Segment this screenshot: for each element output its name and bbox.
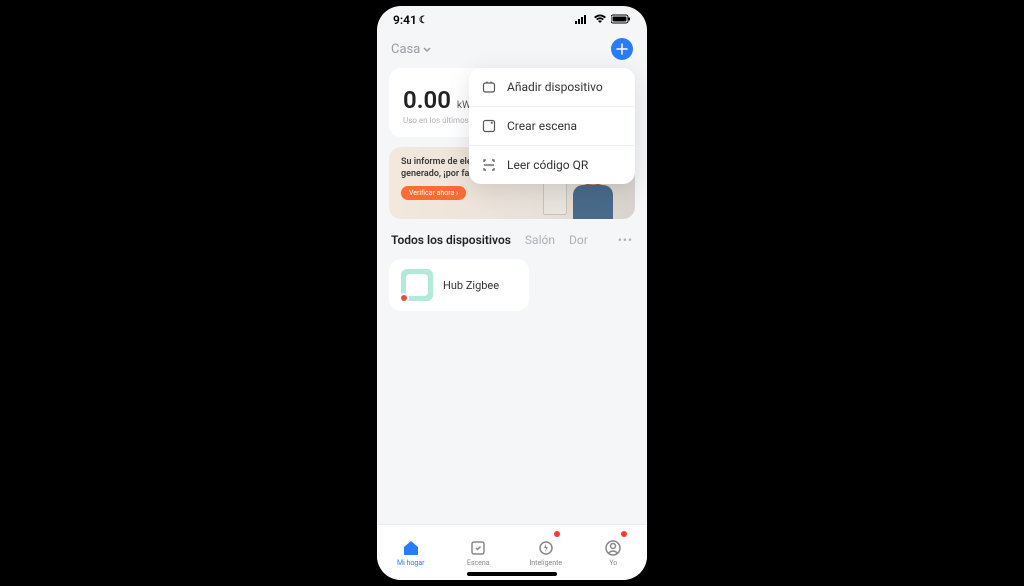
nav-home-label: Mi hogar (397, 559, 425, 567)
home-label-text: Casa (391, 42, 420, 57)
status-time: 9:41 (393, 13, 417, 27)
room-tabs: Todos los dispositivos Salón Dor ••• (377, 219, 647, 255)
plus-icon (616, 43, 628, 55)
device-card-hub-zigbee[interactable]: Hub Zigbee (389, 259, 529, 311)
menu-scan-qr-label: Leer código QR (507, 158, 588, 172)
nav-me-label: Yo (609, 559, 617, 567)
battery-icon (611, 13, 631, 27)
nav-me[interactable]: Yo (580, 525, 648, 580)
menu-create-scene[interactable]: Crear escena (469, 106, 635, 145)
tab-dor[interactable]: Dor (569, 233, 588, 247)
menu-add-device[interactable]: Añadir dispositivo (469, 68, 635, 106)
menu-scan-qr[interactable]: Leer código QR (469, 145, 635, 184)
nav-home[interactable]: Mi hogar (377, 525, 445, 580)
device-outline-icon (481, 79, 497, 95)
device-icon (401, 269, 433, 301)
home-selector[interactable]: Casa (391, 42, 431, 57)
bottom-nav: Mi hogar Escena Inteligente Yo (377, 524, 647, 580)
home-icon (402, 539, 420, 557)
home-indicator (467, 572, 557, 576)
phone-frame: 9:41 ☾ Casa 0.00 kWh Uso en (377, 6, 647, 580)
nav-smart-label: Inteligente (529, 559, 562, 567)
smart-icon (537, 539, 555, 557)
banner-cta-button[interactable]: Verificar ahora › (401, 186, 466, 200)
signal-icon (575, 13, 589, 27)
menu-create-scene-label: Crear escena (507, 119, 577, 133)
wifi-icon (593, 13, 607, 27)
profile-icon (604, 539, 622, 557)
sparkle-square-icon (481, 118, 497, 134)
nav-scene-label: Escena (467, 559, 490, 567)
scene-icon (469, 539, 487, 557)
add-button[interactable] (611, 38, 633, 60)
device-offline-icon (399, 293, 409, 303)
tab-all-devices[interactable]: Todos los dispositivos (391, 233, 511, 247)
chevron-down-icon (423, 42, 431, 57)
device-name: Hub Zigbee (443, 279, 499, 292)
energy-value: 0.00 (403, 86, 451, 114)
qr-scan-icon (481, 157, 497, 173)
tabs-more-icon[interactable]: ••• (618, 233, 633, 247)
add-dropdown: Añadir dispositivo Crear escena Leer cód… (469, 68, 635, 184)
dnd-moon-icon: ☾ (419, 15, 428, 26)
nav-smart-badge (554, 531, 560, 537)
status-bar: 9:41 ☾ (377, 6, 647, 34)
header: Casa (377, 34, 647, 68)
nav-me-badge (621, 531, 627, 537)
menu-add-device-label: Añadir dispositivo (507, 80, 603, 94)
tab-salon[interactable]: Salón (525, 233, 555, 247)
